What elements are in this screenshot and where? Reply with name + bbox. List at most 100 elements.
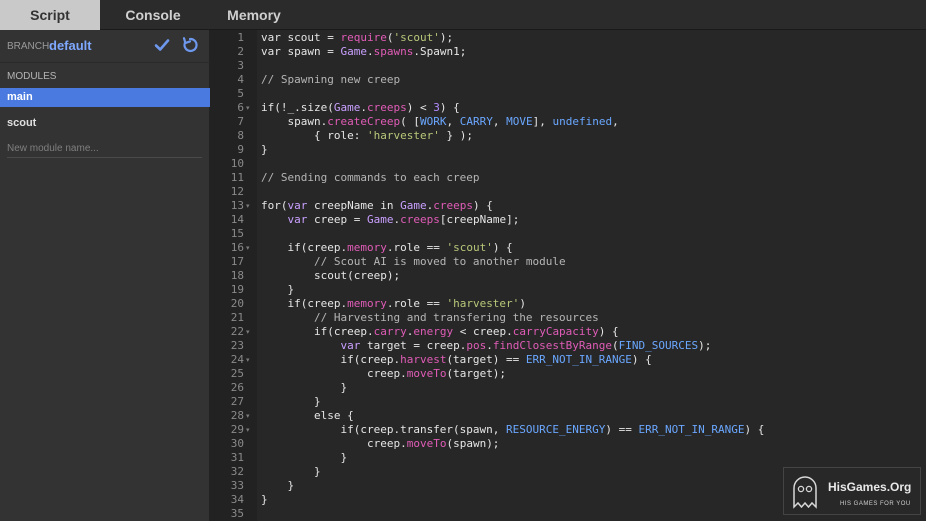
tab-memory[interactable]: Memory <box>204 0 304 30</box>
code-token: if(creep. <box>261 297 348 310</box>
code-token: ) < <box>406 101 434 114</box>
fold-arrow-icon[interactable]: ▾ <box>246 353 254 367</box>
code-line: } <box>261 465 321 479</box>
code-token: MOVE <box>506 115 533 128</box>
code-line: } <box>261 283 294 297</box>
code-token: creep. <box>261 367 407 380</box>
new-module-input[interactable] <box>7 140 202 158</box>
code-line: // Scout AI is moved to another module <box>261 255 566 269</box>
fold-arrow-icon[interactable]: ▾ <box>246 101 254 115</box>
module-item-main[interactable]: main <box>0 88 210 107</box>
code-token: , <box>612 115 619 128</box>
code-token: creep. <box>261 437 407 450</box>
code-line: } <box>261 493 268 507</box>
fold-arrow-icon[interactable]: ▾ <box>246 241 254 255</box>
code-token: ) { <box>472 199 493 212</box>
code-token: require <box>340 31 387 44</box>
line-number: 16 <box>230 241 244 254</box>
tab-script[interactable]: Script <box>0 0 100 30</box>
code-token: ) { <box>598 325 619 338</box>
code-token: // Harvesting and transfering the resour… <box>261 311 599 324</box>
line-number: 7 <box>237 115 244 128</box>
code-line: // Harvesting and transfering the resour… <box>261 311 599 325</box>
code-token: moveTo <box>406 437 447 450</box>
code-token: memory <box>347 241 387 254</box>
code-token: for( <box>261 199 288 212</box>
code-line: var spawn = Game.spawns.Spawn1; <box>261 45 466 59</box>
code-token: } <box>261 143 268 156</box>
code-line: else { <box>261 409 354 423</box>
code-token: moveTo <box>406 367 447 380</box>
tab-console[interactable]: Console <box>103 0 203 30</box>
code-line: } <box>261 381 347 395</box>
code-token: energy <box>413 325 454 338</box>
code-token: WORK <box>419 115 447 128</box>
fold-arrow-icon[interactable]: ▾ <box>246 199 254 213</box>
code-token: 'scout' <box>393 31 440 44</box>
code-line: spawn.createCreep( [WORK, CARRY, MOVE], … <box>261 115 619 129</box>
check-icon[interactable] <box>153 36 171 54</box>
line-number: 30 <box>230 437 244 450</box>
code-token: ) { <box>631 353 652 366</box>
line-number: 5 <box>237 87 244 100</box>
code-line: if(creep.memory.role == 'scout') { <box>261 241 512 255</box>
code-token: ); <box>698 339 712 352</box>
line-number: 31 <box>230 451 244 464</box>
code-token: creep = <box>307 213 367 226</box>
code-token: } <box>261 283 295 296</box>
line-number: 23 <box>230 339 244 352</box>
line-number: 10 <box>230 157 244 170</box>
code-token: (target); <box>446 367 507 380</box>
code-token: .role == <box>386 297 447 310</box>
code-token: } <box>261 493 268 506</box>
fold-arrow-icon[interactable]: ▾ <box>246 325 254 339</box>
divider <box>0 62 210 63</box>
line-number: 13 <box>230 199 244 212</box>
code-token: // Scout AI is moved to another module <box>261 255 566 268</box>
code-token: } <box>261 451 348 464</box>
code-token: var <box>287 199 308 212</box>
line-number: 22 <box>230 325 244 338</box>
modules-label: MODULES <box>7 71 57 82</box>
line-number: 4 <box>237 73 244 86</box>
code-line: if(creep.carry.energy < creep.carryCapac… <box>261 325 619 339</box>
code-token: } <box>261 465 321 478</box>
module-item-scout[interactable]: scout <box>0 114 210 133</box>
line-number: 2 <box>237 45 244 58</box>
code-token: Game <box>400 199 427 212</box>
code-token: creeps <box>433 199 473 212</box>
code-token: (spawn); <box>446 437 500 450</box>
code-token: ( [ <box>400 115 420 128</box>
branch-selector[interactable]: default <box>49 38 92 53</box>
fold-arrow-icon[interactable]: ▾ <box>246 409 254 423</box>
code-token: (target) == <box>446 353 526 366</box>
code-token: undefined <box>552 115 613 128</box>
code-token: ) { <box>439 101 460 114</box>
code-line: // Sending commands to each creep <box>261 171 480 185</box>
code-token: .role == <box>386 241 447 254</box>
code-token: ERR_NOT_IN_RANGE <box>638 423 745 436</box>
line-number: 20 <box>230 297 244 310</box>
code-token: CARRY <box>459 115 493 128</box>
watermark: HisGames.Org HIS GAMES FOR YOU <box>783 467 921 515</box>
line-number: 9 <box>237 143 244 156</box>
code-token: creepName in <box>307 199 401 212</box>
code-line: } <box>261 479 294 493</box>
code-line: } <box>261 143 268 157</box>
code-token: 'harvester' <box>366 129 440 142</box>
code-token: Game <box>366 213 394 226</box>
line-number: 3 <box>237 59 244 72</box>
line-number: 1 <box>237 31 244 44</box>
code-line: } <box>261 395 321 409</box>
refresh-icon[interactable] <box>181 36 199 54</box>
line-number: 19 <box>230 283 244 296</box>
code-token: ) == <box>605 423 639 436</box>
watermark-title: HisGames.Org <box>828 480 912 494</box>
code-token: creeps <box>366 101 407 114</box>
line-number: 14 <box>230 213 244 226</box>
fold-arrow-icon[interactable]: ▾ <box>246 423 254 437</box>
code-token: . <box>360 101 367 114</box>
line-number: 6 <box>237 101 244 114</box>
code-token: var spawn = <box>261 45 341 58</box>
line-number: 12 <box>230 185 244 198</box>
